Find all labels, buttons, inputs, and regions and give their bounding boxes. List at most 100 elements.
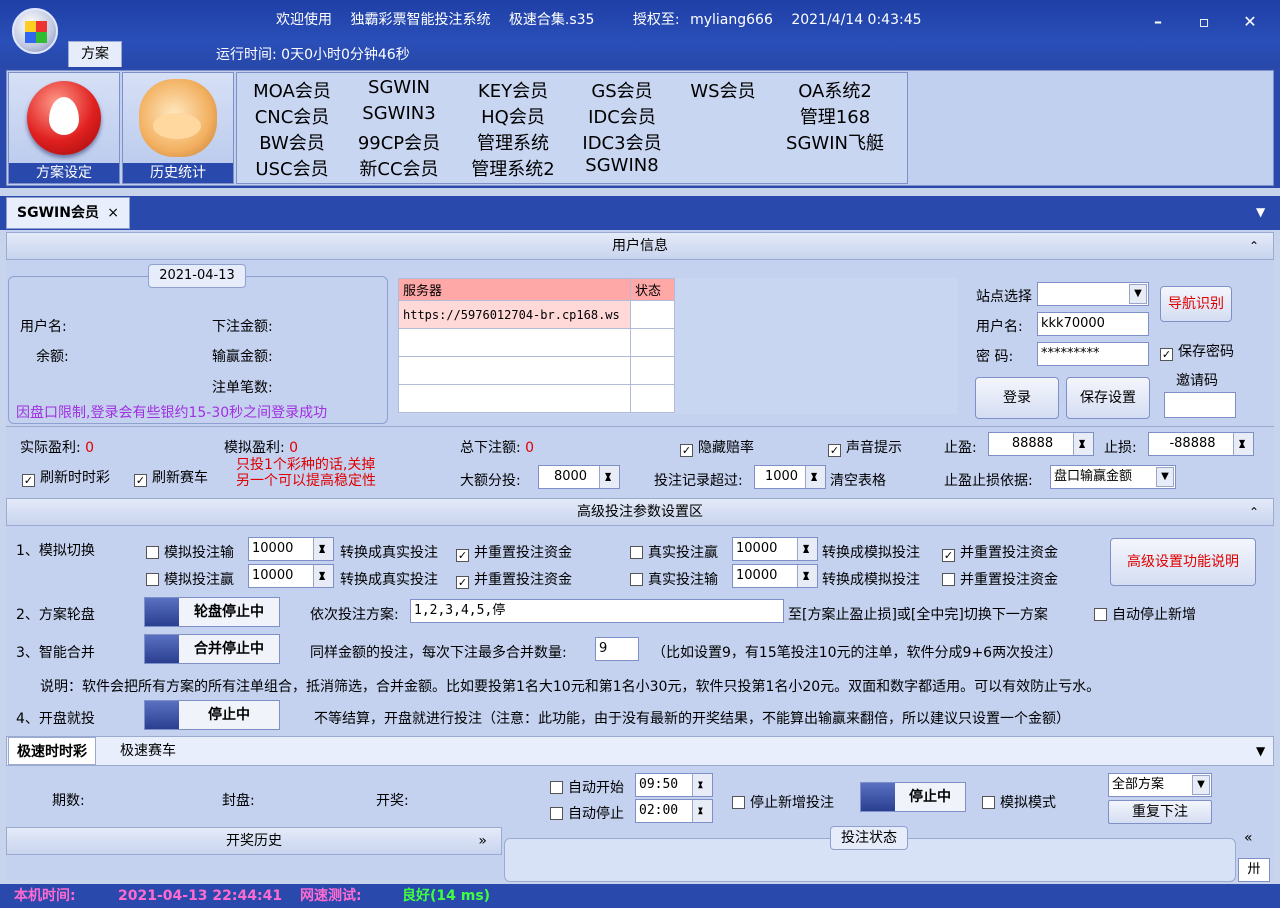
site-gs[interactable]: GS会员 [577,77,667,103]
server-url-cell[interactable]: https://5976012704-br.cp168.ws [398,300,631,329]
auto-start-time[interactable]: 09:50 [635,773,713,797]
site-hq[interactable]: HQ会员 [465,103,561,129]
collapse-icon[interactable]: ⌃ [1249,233,1259,260]
site-99cp[interactable]: 99CP会员 [353,129,445,155]
tab-speed-race[interactable]: 极速赛车 [112,737,184,765]
site-moa[interactable]: MOA会员 [251,77,333,103]
auto-stop-time[interactable]: 02:00 [635,799,713,823]
checkbox-checked-icon[interactable]: ✓ [1160,348,1173,361]
rotation-toggle[interactable]: 轮盘停止中 [144,597,280,627]
auto-stop-new-checkbox[interactable]: 自动停止新增 [1094,604,1196,624]
site-sgwin[interactable]: SGWIN [353,77,445,98]
table-row[interactable] [398,328,675,357]
server-url-cell[interactable] [398,328,631,357]
spinner-icon[interactable] [1073,433,1093,455]
tab-plan[interactable]: 方案 [68,41,122,67]
minimize-button[interactable]: – [1146,12,1170,31]
save-password-checkbox[interactable]: ✓ 保存密码 [1160,341,1234,361]
sim-mode-checkbox[interactable]: 模拟模式 [982,792,1056,812]
site-sgwin8[interactable]: SGWIN8 [577,155,667,176]
collapse-left-icon[interactable]: « [1244,830,1253,846]
hide-odds-checkbox[interactable]: ✓ 隐藏赔率 [680,437,754,457]
close-button[interactable]: ✕ [1238,12,1262,31]
lottery-menu-icon[interactable]: ▼ [1256,744,1265,758]
table-row[interactable] [398,384,675,413]
server-url-cell[interactable] [398,384,631,413]
server-column-header[interactable]: 服务器 [398,278,631,301]
save-settings-button[interactable]: 保存设置 [1066,377,1150,419]
tab-close-icon[interactable]: × [107,198,119,228]
real-win-checkbox[interactable]: 真实投注赢 [630,542,718,562]
chevron-down-icon[interactable]: ▼ [1192,775,1210,795]
site-idc3[interactable]: IDC3会员 [577,129,667,155]
bet-state-toggle[interactable]: 停止中 [860,782,966,812]
grid-icon[interactable]: 卅 [1238,858,1270,882]
site-cnc[interactable]: CNC会员 [251,103,333,129]
site-bw[interactable]: BW会员 [251,129,333,155]
sim-win-checkbox[interactable]: 模拟投注赢 [146,569,234,589]
plan-settings-button[interactable]: 方案设定 [8,72,120,184]
real-lose-input[interactable]: 10000 [732,564,818,588]
merge-count-input[interactable]: 9 [595,637,639,661]
status-column-header[interactable]: 状态 [630,278,675,301]
advanced-help-button[interactable]: 高级设置功能说明 [1110,538,1256,586]
collapse-icon[interactable]: ⌃ [1249,499,1259,526]
login-button[interactable]: 登录 [975,377,1059,419]
chevron-down-icon[interactable]: ▼ [1129,284,1147,304]
reset-funds-checkbox[interactable]: ✓ 并重置投注资金 [456,542,572,562]
real-win-input[interactable]: 10000 [732,537,818,561]
site-admin[interactable]: 管理系统 [465,129,561,155]
sim-win-input[interactable]: 10000 [248,564,334,588]
open-bet-toggle[interactable]: 停止中 [144,700,280,730]
spinner-icon[interactable] [1233,433,1253,455]
expand-icon[interactable]: » [478,828,487,854]
stop-loss-input[interactable]: -88888 [1148,432,1254,456]
sim-lose-input[interactable]: 10000 [248,537,334,561]
nav-detect-button[interactable]: 导航识别 [1160,286,1232,322]
take-profit-input[interactable]: 88888 [988,432,1094,456]
server-url-cell[interactable] [398,356,631,385]
reset-funds-checkbox-2[interactable]: ✓ 并重置投注资金 [942,542,1058,562]
plan-select[interactable]: 全部方案 ▼ [1108,773,1212,797]
maximize-button[interactable]: ▫ [1192,12,1216,31]
user-info-header[interactable]: 用户信息 ⌃ [6,232,1274,260]
reset-funds-checkbox-3[interactable]: ✓ 并重置投注资金 [456,569,572,589]
site-admin168[interactable]: 管理168 [775,103,895,129]
history-stats-button[interactable]: 历史统计 [122,72,234,184]
site-select[interactable]: ▼ [1037,282,1149,306]
refresh-race-checkbox[interactable]: ✓ 刷新赛车 [134,467,208,487]
tab-sgwin-member[interactable]: SGWIN会员 × [6,197,130,229]
site-ws[interactable]: WS会员 [681,77,765,103]
spinner-icon[interactable] [599,466,619,488]
username-input[interactable]: kkk70000 [1037,312,1149,336]
reset-funds-checkbox-4[interactable]: 并重置投注资金 [942,569,1058,589]
record-limit-input[interactable]: 1000 [754,465,826,489]
refresh-ssc-checkbox[interactable]: ✓ 刷新时时彩 [22,467,110,487]
chevron-down-icon[interactable]: ▼ [1156,467,1174,487]
auto-stop-checkbox[interactable]: 自动停止 [550,803,624,823]
merge-toggle[interactable]: 合并停止中 [144,634,280,664]
tab-menu-icon[interactable]: ▼ [1256,205,1265,219]
big-split-input[interactable]: 8000 [538,465,620,489]
stop-new-bets-checkbox[interactable]: 停止新增投注 [732,792,834,812]
site-newcc[interactable]: 新CC会员 [353,155,445,181]
invite-code-input[interactable] [1164,392,1236,418]
sequence-input[interactable]: 1,2,3,4,5,停 [410,599,784,623]
auto-start-checkbox[interactable]: 自动开始 [550,777,624,797]
basis-select[interactable]: 盘口输赢金额 ▼ [1050,465,1176,489]
sound-checkbox[interactable]: ✓ 声音提示 [828,437,902,457]
site-oa2[interactable]: OA系统2 [775,77,895,103]
repeat-bet-button[interactable]: 重复下注 [1108,800,1212,824]
site-idc[interactable]: IDC会员 [577,103,667,129]
app-logo-icon[interactable] [12,8,58,54]
site-sgwin-boat[interactable]: SGWIN飞艇 [775,129,895,155]
site-key[interactable]: KEY会员 [465,77,561,103]
advanced-header[interactable]: 高级投注参数设置区 ⌃ [6,498,1274,526]
tab-speed-ssc[interactable]: 极速时时彩 [8,737,96,765]
table-row[interactable] [398,356,675,385]
password-input[interactable]: ********* [1037,342,1149,366]
site-sgwin3[interactable]: SGWIN3 [353,103,445,124]
site-usc[interactable]: USC会员 [251,155,333,181]
real-lose-checkbox[interactable]: 真实投注输 [630,569,718,589]
table-row[interactable]: https://5976012704-br.cp168.ws [398,300,675,329]
